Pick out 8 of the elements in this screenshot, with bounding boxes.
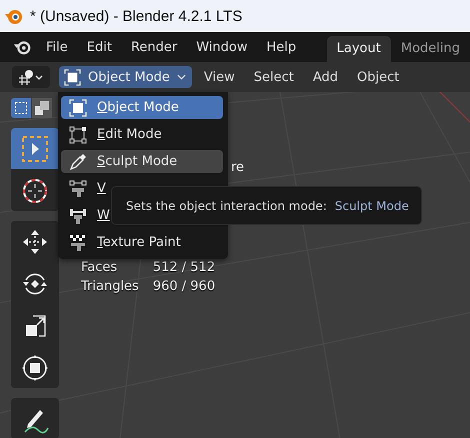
tooltip-text: Sets the object interaction mode: [126,198,327,212]
tooltip-value: Sculpt Mode [334,198,409,212]
window-title: * (Unsaved) - Blender 4.2.1 LTS [30,8,242,24]
stats-label: Triangles [81,279,139,294]
stats-label: Faces [81,260,118,275]
stats-value: 512 / 512 [152,260,216,275]
stats-text: re [231,160,244,175]
stats-value: 960 / 960 [152,279,216,294]
